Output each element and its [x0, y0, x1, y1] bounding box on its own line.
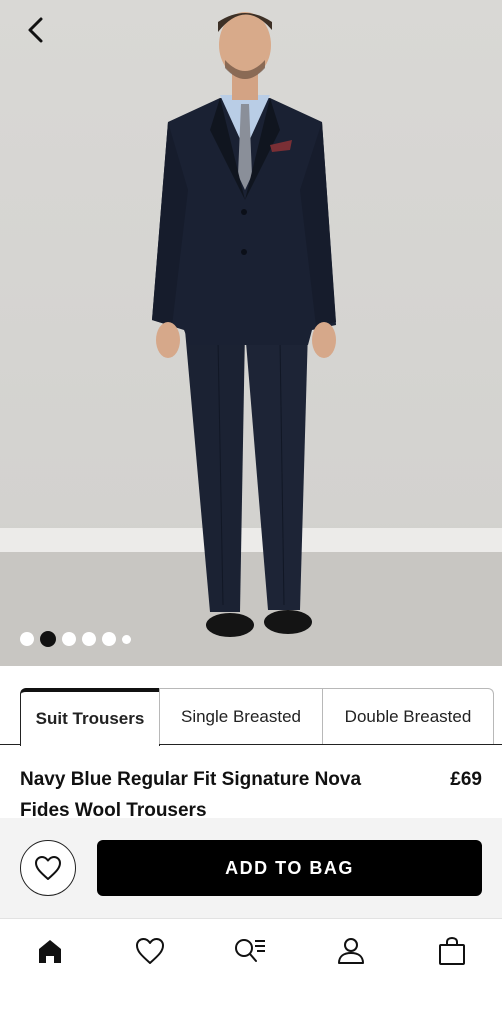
carousel-dot[interactable]: [122, 634, 131, 644]
product-price: £69: [450, 769, 482, 790]
carousel-dot-active[interactable]: [40, 631, 56, 647]
carousel-dot[interactable]: [102, 632, 116, 646]
tab-double-breasted[interactable]: Double Breasted: [322, 688, 494, 744]
heart-icon: [136, 938, 164, 964]
back-button[interactable]: [18, 12, 54, 48]
suit-component-tabs: Suit Trousers Single Breasted Double Bre…: [0, 688, 502, 746]
heart-icon: [35, 856, 61, 880]
nav-home[interactable]: [32, 933, 68, 969]
nav-bag[interactable]: [434, 933, 470, 969]
product-image[interactable]: [0, 0, 502, 666]
model-in-suit-illustration: [152, 12, 336, 637]
nav-account[interactable]: [333, 933, 369, 969]
carousel-dot[interactable]: [62, 632, 76, 646]
product-title: Navy Blue Regular Fit Signature Nova Fid…: [20, 769, 362, 821]
tab-suit-trousers[interactable]: Suit Trousers: [20, 688, 160, 746]
purchase-action-bar: ADD TO BAG: [0, 818, 502, 919]
carousel-dot[interactable]: [20, 632, 34, 646]
home-icon: [39, 940, 61, 963]
tab-single-breasted[interactable]: Single Breasted: [159, 688, 323, 744]
nav-search[interactable]: [232, 933, 268, 969]
account-icon: [338, 938, 364, 964]
add-to-bag-button[interactable]: ADD TO BAG: [97, 840, 482, 896]
bag-icon: [439, 936, 465, 965]
image-carousel-dots[interactable]: [20, 631, 131, 647]
bottom-navigation: [0, 919, 502, 981]
chevron-left-icon: [28, 17, 43, 43]
search-list-icon: [235, 939, 265, 962]
wishlist-button[interactable]: [20, 840, 76, 896]
carousel-dot[interactable]: [82, 632, 96, 646]
nav-wishlist[interactable]: [132, 933, 168, 969]
